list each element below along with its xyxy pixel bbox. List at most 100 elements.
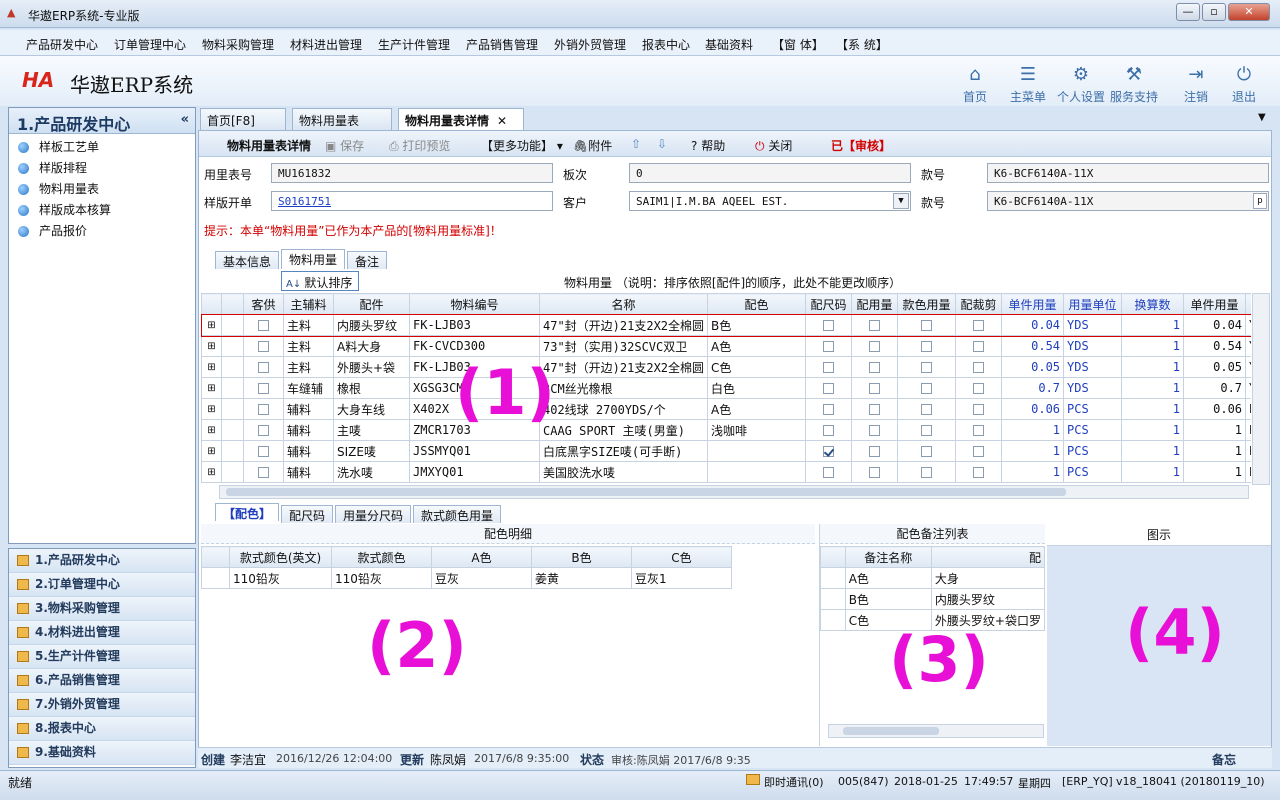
- size-checkbox[interactable]: [823, 467, 835, 478]
- nav-item[interactable]: 2.订单管理中心: [9, 573, 195, 597]
- grid-hscroll[interactable]: [219, 485, 1249, 499]
- cut-checkbox[interactable]: [973, 425, 985, 436]
- tab-size-usage[interactable]: 用量分尺码: [335, 505, 412, 523]
- close-tab-icon[interactable]: ✕: [497, 114, 507, 128]
- nav-item[interactable]: 5.生产计件管理: [9, 645, 195, 669]
- tab-dropdown-icon[interactable]: ▼: [1258, 112, 1266, 123]
- usage-checkbox[interactable]: [869, 383, 881, 394]
- print-preview-button[interactable]: ⎙ 打印预览: [389, 137, 450, 154]
- tab-style-color-usage[interactable]: 款式颜色用量: [413, 505, 502, 523]
- size-checkbox[interactable]: [823, 362, 835, 373]
- expand-icon[interactable]: ⊞: [201, 419, 222, 441]
- table-row[interactable]: 110铅灰 110铅灰 豆灰 姜黄 豆灰1: [201, 567, 732, 589]
- module-item[interactable]: 物料用量表: [9, 179, 195, 200]
- supplier-checkbox[interactable]: [258, 341, 269, 352]
- supplier-checkbox[interactable]: [258, 320, 269, 331]
- nav-item[interactable]: 6.产品销售管理: [9, 669, 195, 693]
- help-button[interactable]: ? 帮助: [691, 137, 725, 154]
- nav-item[interactable]: 1.产品研发中心: [9, 549, 195, 573]
- tab-remark[interactable]: 备注: [347, 251, 388, 269]
- version-field[interactable]: 0: [629, 163, 911, 183]
- tab-material-detail[interactable]: 物料用量表详情 ✕: [398, 108, 524, 130]
- expand-icon[interactable]: ⊞: [201, 440, 222, 462]
- support-button[interactable]: ⚒ 服务支持: [1110, 64, 1158, 105]
- supplier-checkbox[interactable]: [258, 425, 269, 436]
- maximize-button[interactable]: ▫: [1202, 3, 1226, 21]
- usage-checkbox[interactable]: [869, 425, 881, 436]
- expand-icon[interactable]: ⊞: [201, 335, 222, 357]
- menu-item-rd[interactable]: 产品研发中心: [26, 36, 98, 53]
- save-button[interactable]: ▣ 保存: [325, 137, 364, 154]
- size-checkbox[interactable]: [823, 383, 835, 394]
- module-item[interactable]: 样版成本核算: [9, 200, 195, 221]
- settings-button[interactable]: ⚙ 个人设置: [1057, 64, 1105, 105]
- nav-item[interactable]: 4.材料进出管理: [9, 621, 195, 645]
- expand-icon[interactable]: ⊞: [201, 356, 222, 378]
- move-down-button[interactable]: ⇩: [657, 137, 667, 151]
- style-usage-checkbox[interactable]: [921, 425, 933, 436]
- menu-item-system[interactable]: 【系 统】: [836, 36, 888, 53]
- style-usage-checkbox[interactable]: [921, 404, 933, 415]
- expand-icon[interactable]: ⊞: [201, 461, 222, 483]
- supplier-checkbox[interactable]: [258, 383, 269, 394]
- menu-item-basic[interactable]: 基础资料: [705, 36, 753, 53]
- expand-icon[interactable]: ⊞: [201, 398, 222, 420]
- supplier-checkbox[interactable]: [258, 467, 269, 478]
- cut-checkbox[interactable]: [973, 341, 985, 352]
- table-row[interactable]: ⊞辅料洗水唛JMXYQ01美国胶洗水唛1PCS11P: [201, 461, 1251, 483]
- tab-color[interactable]: 【配色】: [215, 503, 280, 521]
- menu-item-material[interactable]: 材料进出管理: [290, 36, 362, 53]
- main-menu-button[interactable]: ☰ 主菜单: [1004, 64, 1052, 105]
- size-checkbox[interactable]: [823, 446, 835, 457]
- menu-item-export[interactable]: 外销外贸管理: [554, 36, 626, 53]
- table-row[interactable]: ⊞辅料SIZE唛JSSMYQ01白底黑字SIZE唛(可手断)1PCS11P: [201, 440, 1251, 462]
- sort-button[interactable]: A↓ 默认排序: [281, 271, 359, 291]
- style-no-field[interactable]: K6-BCF6140A-11X: [987, 163, 1269, 183]
- tab-size[interactable]: 配尺码: [281, 505, 334, 523]
- supplier-checkbox[interactable]: [258, 446, 269, 457]
- exit-button[interactable]: ⏻ 退出: [1220, 64, 1268, 105]
- menu-item-production[interactable]: 生产计件管理: [378, 36, 450, 53]
- usage-checkbox[interactable]: [869, 320, 881, 331]
- expand-icon[interactable]: ⊞: [201, 377, 222, 399]
- usage-checkbox[interactable]: [869, 467, 881, 478]
- attachment-button[interactable]: 🖇附件: [573, 137, 612, 154]
- style-usage-checkbox[interactable]: [921, 446, 933, 457]
- size-checkbox[interactable]: [823, 341, 835, 352]
- cut-checkbox[interactable]: [973, 446, 985, 457]
- table-row[interactable]: ⊞ 辅料 大身车线 X402X 402线球 2700YDS/个 A色 0.06 PCS 1 0.0…: [201, 398, 1251, 420]
- close-doc-button[interactable]: ⏻ 关闭: [755, 137, 792, 154]
- table-row[interactable]: ⊞辅料主唛ZMCR1703CAAG SPORT 主唛(男童)浅咖啡1PCS11P: [201, 419, 1251, 441]
- cut-checkbox[interactable]: [973, 320, 985, 331]
- minimize-button[interactable]: —: [1176, 3, 1200, 21]
- module-item[interactable]: 样版排程: [9, 158, 195, 179]
- logout-button[interactable]: ⇥ 注销: [1172, 64, 1220, 105]
- home-button[interactable]: ⌂ 首页: [951, 64, 999, 105]
- usage-checkbox[interactable]: [869, 341, 881, 352]
- lookup-icon[interactable]: p: [1253, 193, 1267, 209]
- style-no-field-2[interactable]: K6-BCF6140A-11X p: [987, 191, 1269, 211]
- size-checkbox[interactable]: [823, 320, 835, 331]
- nav-item[interactable]: 7.外销外贸管理: [9, 693, 195, 717]
- cut-checkbox[interactable]: [973, 467, 985, 478]
- style-usage-checkbox[interactable]: [921, 383, 933, 394]
- tab-material-usage[interactable]: 物料用量: [281, 249, 346, 269]
- usage-checkbox[interactable]: [869, 446, 881, 457]
- collapse-icon[interactable]: «: [181, 112, 189, 127]
- module-item[interactable]: 样板工艺单: [9, 137, 195, 158]
- size-checkbox[interactable]: [823, 404, 835, 415]
- menu-item-report[interactable]: 报表中心: [642, 36, 690, 53]
- menu-item-sales[interactable]: 产品销售管理: [466, 36, 538, 53]
- cut-checkbox[interactable]: [973, 383, 985, 394]
- move-up-button[interactable]: ⇧: [631, 137, 641, 151]
- more-functions-button[interactable]: 【更多功能】 ▾: [481, 137, 563, 154]
- customer-select[interactable]: SAIM1|I.M.BA AQEEL EST. ▼: [629, 191, 911, 211]
- close-window-button[interactable]: ✕: [1228, 3, 1270, 21]
- module-item[interactable]: 产品报价: [9, 221, 195, 242]
- im-link[interactable]: 即时通讯(0): [764, 774, 824, 790]
- supplier-checkbox[interactable]: [258, 362, 269, 373]
- style-usage-checkbox[interactable]: [921, 362, 933, 373]
- chevron-down-icon[interactable]: ▼: [893, 193, 909, 209]
- tab-basic-info[interactable]: 基本信息: [215, 251, 280, 269]
- table-row[interactable]: A色 大身: [820, 567, 1046, 589]
